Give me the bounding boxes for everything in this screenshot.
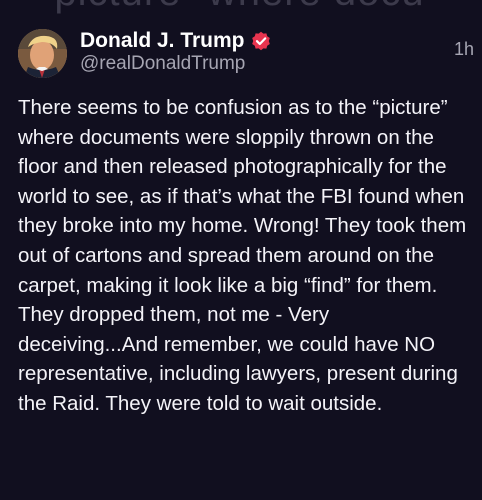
post-header: Donald J. Trump @realDonaldTrump 1h [18, 29, 474, 79]
display-name[interactable]: Donald J. Trump [80, 29, 245, 53]
verified-badge-icon [251, 31, 271, 51]
avatar[interactable] [18, 29, 67, 78]
author-handle[interactable]: @realDonaldTrump [80, 53, 245, 75]
post-timestamp: 1h [453, 39, 474, 59]
faded-background-text: “picture” where docu [40, 0, 425, 15]
name-row: Donald J. Trump [80, 29, 271, 53]
post-text: There seems to be confusion as to the “p… [18, 96, 467, 415]
avatar-portrait [18, 29, 67, 78]
